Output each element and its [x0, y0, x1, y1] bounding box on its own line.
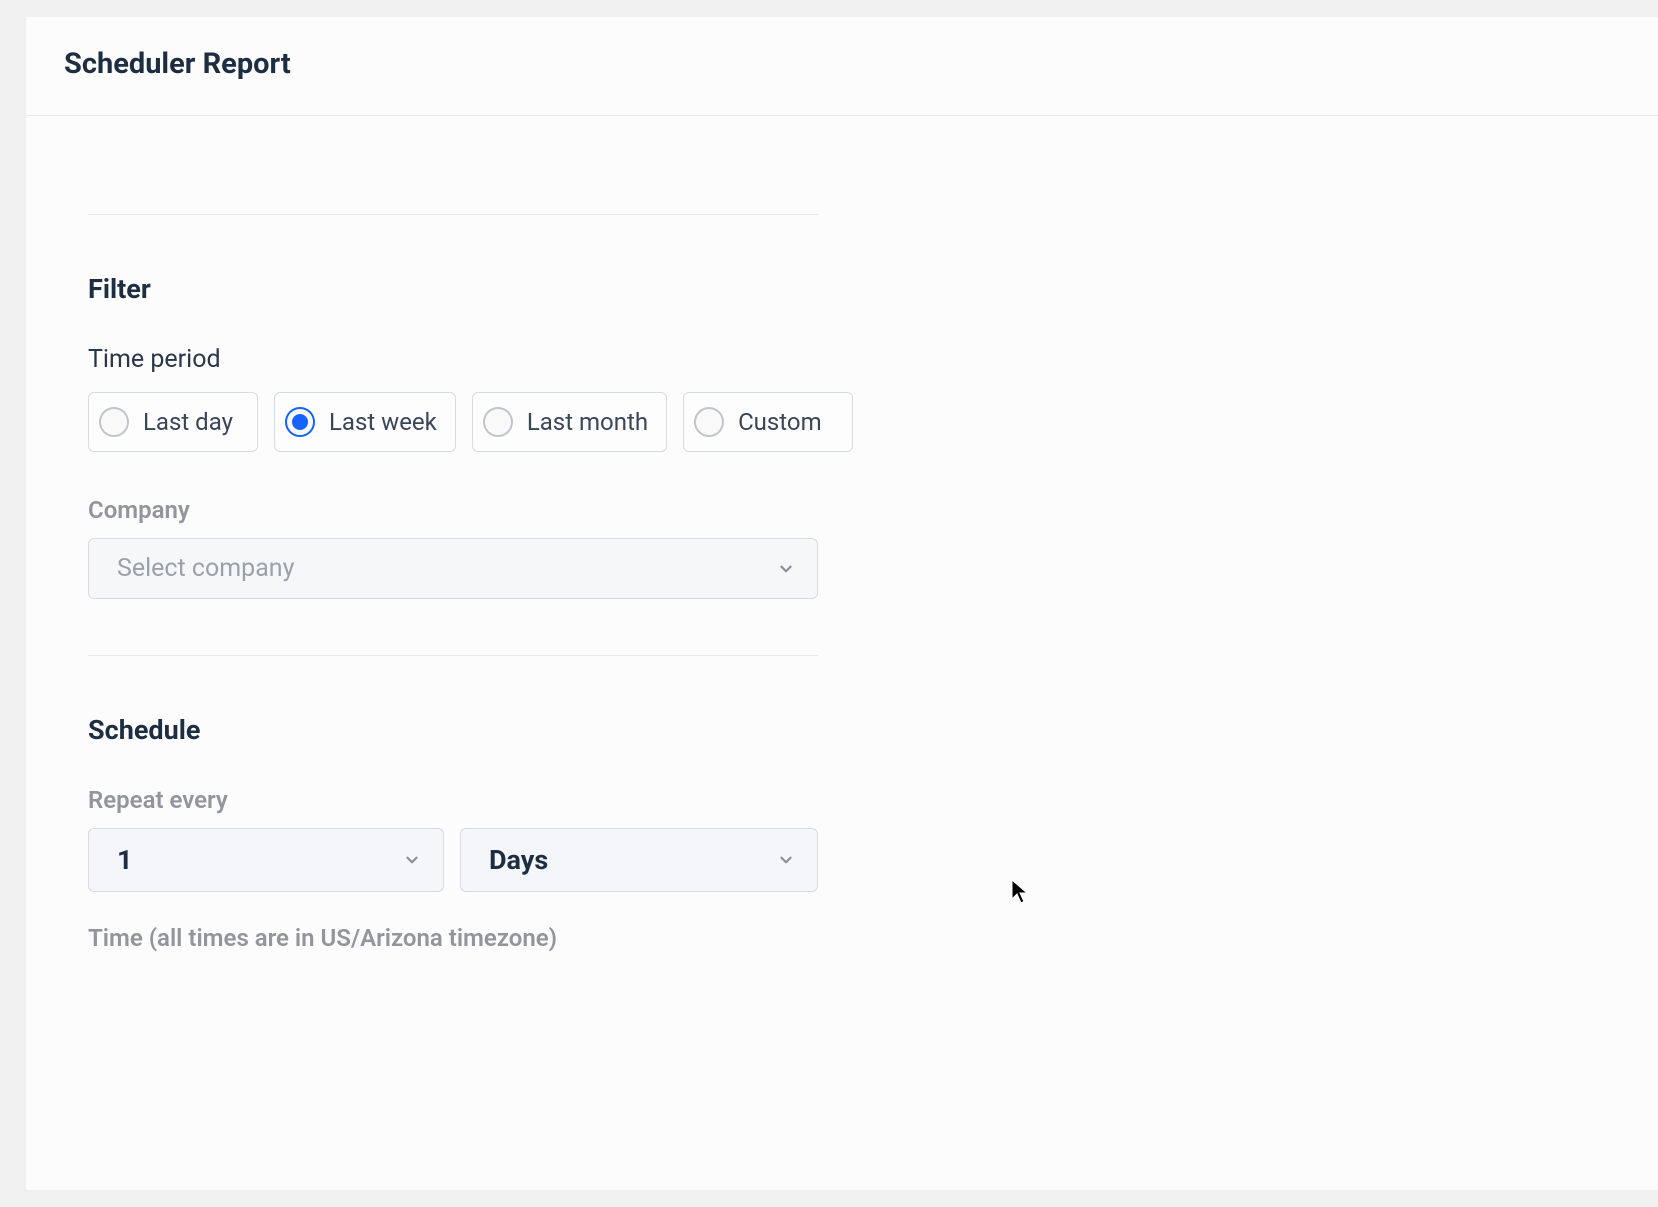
radio-circle-icon [99, 407, 129, 437]
radio-last-week[interactable]: Last week [274, 392, 456, 452]
repeat-count-select[interactable]: 1 [88, 828, 444, 892]
content-area: Filter Time period Last day Last week La… [26, 214, 1658, 952]
page-title: Scheduler Report [64, 47, 1658, 81]
time-period-radio-group: Last day Last week Last month Custom [88, 392, 1596, 452]
radio-label: Last day [143, 408, 233, 436]
schedule-section-title: Schedule [88, 714, 1596, 746]
radio-circle-icon [483, 407, 513, 437]
chevron-down-icon [403, 851, 421, 869]
page-container: Scheduler Report Filter Time period Last… [26, 17, 1658, 1190]
radio-circle-icon [694, 407, 724, 437]
chevron-down-icon [777, 851, 795, 869]
company-select-placeholder: Select company [117, 554, 294, 583]
radio-label: Last week [329, 408, 437, 436]
filter-section-title: Filter [88, 273, 1596, 305]
divider [88, 655, 818, 656]
company-label: Company [88, 496, 1596, 524]
time-period-label: Time period [88, 345, 1596, 374]
schedule-section: Schedule Repeat every 1 Days Time (all t… [88, 714, 1596, 952]
divider [88, 214, 818, 215]
repeat-every-label: Repeat every [88, 786, 1596, 814]
time-label: Time (all times are in US/Arizona timezo… [88, 924, 1596, 952]
repeat-unit-value: Days [489, 844, 548, 876]
repeat-unit-select[interactable]: Days [460, 828, 818, 892]
radio-label: Last month [527, 408, 648, 436]
chevron-down-icon [777, 560, 795, 578]
filter-section: Filter Time period Last day Last week La… [88, 273, 1596, 656]
repeat-every-row: 1 Days [88, 828, 818, 892]
radio-last-day[interactable]: Last day [88, 392, 258, 452]
radio-circle-icon [285, 407, 315, 437]
radio-last-month[interactable]: Last month [472, 392, 667, 452]
radio-label: Custom [738, 408, 822, 436]
repeat-count-value: 1 [117, 844, 133, 876]
radio-custom[interactable]: Custom [683, 392, 853, 452]
company-select[interactable]: Select company [88, 538, 818, 599]
page-header: Scheduler Report [26, 17, 1658, 116]
